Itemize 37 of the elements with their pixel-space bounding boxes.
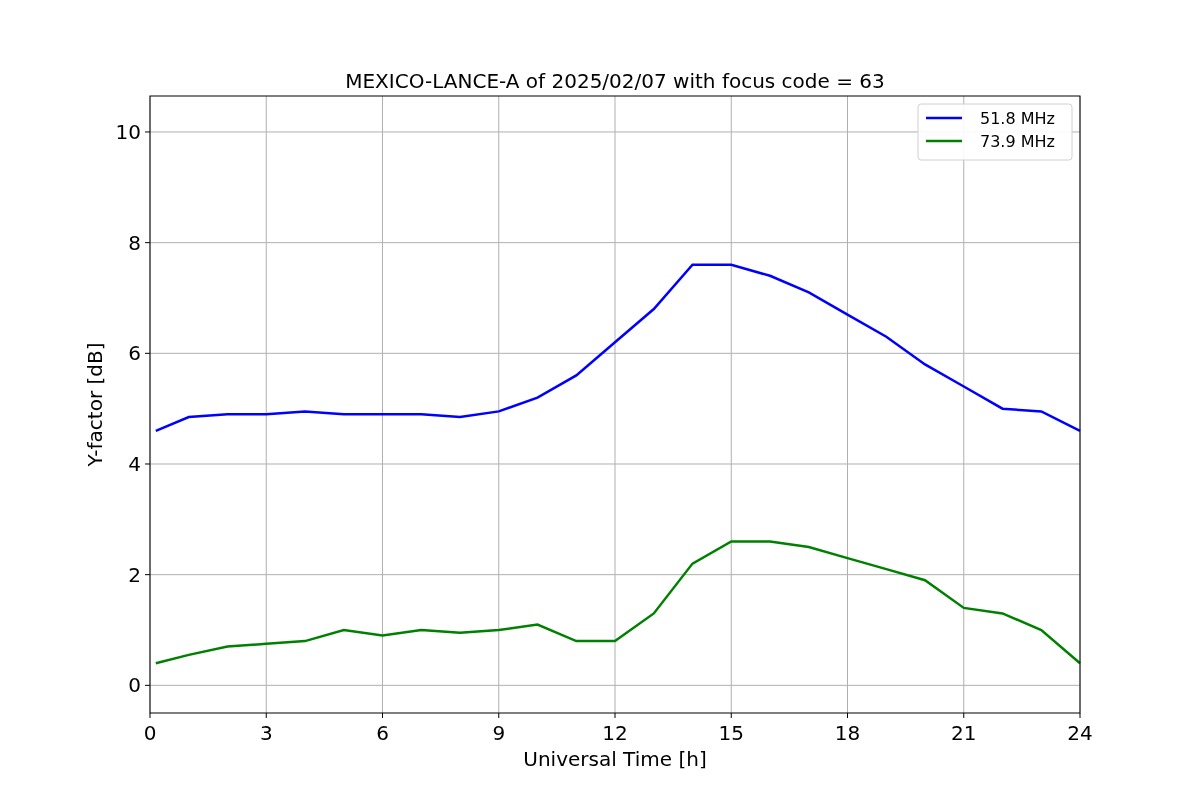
tick-mark <box>963 712 965 719</box>
tick-mark <box>847 712 848 719</box>
tick-mark <box>1079 712 1081 719</box>
tick-mark <box>382 712 383 719</box>
tick-label: 9 <box>492 721 506 745</box>
tick-label: 8 <box>128 230 141 255</box>
tick-mark <box>144 242 151 244</box>
tick-label: 0 <box>128 673 141 698</box>
tick-label: 12 <box>602 721 628 745</box>
tick-label: 3 <box>259 721 273 745</box>
legend-swatch <box>926 139 962 143</box>
tick-label: 2 <box>128 562 141 587</box>
tick-mark <box>144 684 151 686</box>
tick-label: 21 <box>951 721 977 745</box>
legend-label: 73.9 MHz <box>980 132 1055 151</box>
tick-mark <box>149 712 151 719</box>
tick-mark <box>265 712 267 719</box>
tick-mark <box>730 712 732 719</box>
tick-mark <box>144 131 151 133</box>
chart-title: MEXICO-LANCE-A of 2025/02/07 with focus code = 63 <box>345 69 885 93</box>
tick-mark <box>144 574 151 576</box>
tick-label: 10 <box>115 119 141 144</box>
tick-label: 6 <box>128 341 141 366</box>
tick-label: 24 <box>1067 721 1093 745</box>
tick-mark <box>498 712 500 719</box>
tick-label: 0 <box>143 721 157 745</box>
tick-mark <box>144 352 151 354</box>
legend-swatch <box>926 116 962 120</box>
tick-label: 6 <box>376 721 389 745</box>
axis-label: Universal Time [h] <box>523 747 707 771</box>
legend-label: 51.8 MHz <box>980 109 1055 128</box>
tick-label: 18 <box>834 721 861 745</box>
tick-mark <box>614 712 616 719</box>
tick-mark <box>144 463 151 465</box>
tick-label: 15 <box>718 721 744 745</box>
axis-label: Y-factor [dB] <box>83 342 107 467</box>
tick-label: 4 <box>128 452 141 476</box>
